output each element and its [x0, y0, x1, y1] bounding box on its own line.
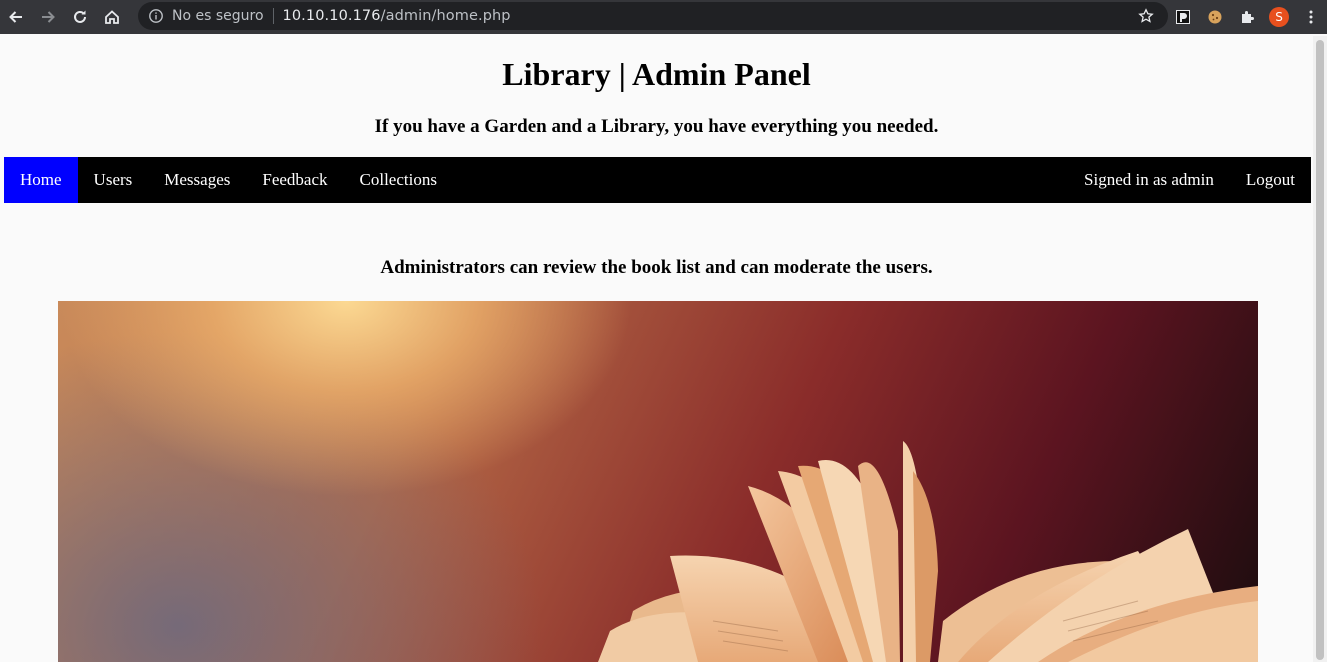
url-host: 10.10.10.176 [282, 8, 381, 24]
nav-collections[interactable]: Collections [344, 157, 453, 203]
page-content: Library | Admin Panel If you have a Gard… [0, 36, 1313, 662]
browser-toolbar: No es seguro 10.10.10.176/admin/home.php… [0, 0, 1327, 34]
url-path: /admin/home.php [380, 8, 511, 24]
address-bar[interactable]: No es seguro 10.10.10.176/admin/home.php [138, 2, 1168, 30]
info-icon[interactable] [148, 8, 164, 24]
page-scrollbar[interactable] [1313, 36, 1327, 662]
profile-avatar[interactable]: S [1263, 1, 1295, 33]
omnibox-divider [272, 8, 274, 24]
hero-book-image [58, 301, 1258, 662]
reload-icon[interactable] [64, 1, 96, 33]
extension-icon[interactable] [1167, 1, 1199, 33]
nav-feedback[interactable]: Feedback [246, 157, 343, 203]
bookmark-star-icon[interactable] [1138, 8, 1154, 24]
cookie-icon[interactable] [1199, 1, 1231, 33]
admin-description: Administrators can review the book list … [380, 257, 933, 278]
logout-link[interactable]: Logout [1230, 157, 1311, 203]
nav-users[interactable]: Users [78, 157, 149, 203]
nav-home[interactable]: Home [4, 157, 78, 203]
url-text[interactable]: 10.10.10.176/admin/home.php [283, 8, 511, 24]
home-icon[interactable] [96, 1, 128, 33]
main-navbar: Home Users Messages Feedback Collections… [4, 157, 1311, 203]
open-book-illustration [598, 441, 1258, 662]
security-label: No es seguro [172, 8, 264, 24]
scrollbar-thumb[interactable] [1316, 40, 1324, 660]
page-title: Library | Admin Panel [502, 56, 811, 92]
navbar-spacer [453, 157, 1068, 203]
back-arrow-icon[interactable] [0, 1, 32, 33]
page-subtitle: If you have a Garden and a Library, you … [374, 116, 939, 137]
puzzle-icon[interactable] [1231, 1, 1263, 33]
forward-arrow-icon[interactable] [32, 1, 64, 33]
menu-icon[interactable] [1295, 1, 1327, 33]
nav-messages[interactable]: Messages [148, 157, 246, 203]
avatar: S [1269, 7, 1289, 27]
signed-in-status[interactable]: Signed in as admin [1068, 157, 1230, 203]
